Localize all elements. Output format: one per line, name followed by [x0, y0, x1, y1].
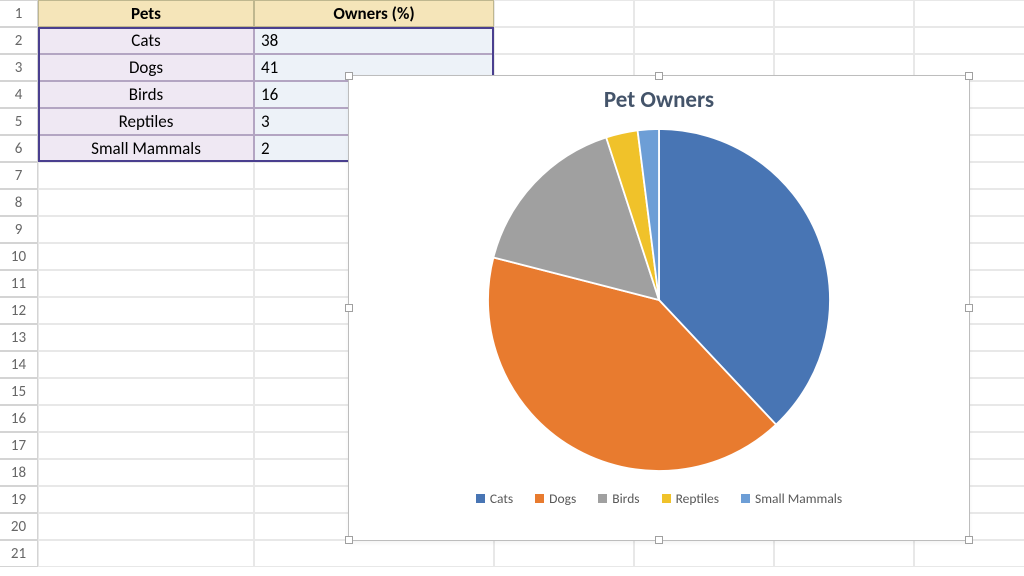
cell[interactable]: [38, 486, 254, 513]
table-row-label[interactable]: Small Mammals: [38, 135, 254, 162]
cell[interactable]: [38, 243, 254, 270]
cell[interactable]: [38, 540, 254, 567]
row-header[interactable]: 1: [0, 0, 38, 27]
legend-swatch: [476, 494, 485, 503]
legend-swatch: [535, 494, 544, 503]
legend-label: Reptiles: [676, 490, 719, 507]
row-header[interactable]: 17: [0, 432, 38, 459]
cell[interactable]: [38, 378, 254, 405]
cell[interactable]: [38, 270, 254, 297]
row-header[interactable]: 19: [0, 486, 38, 513]
cell[interactable]: [38, 432, 254, 459]
row-header[interactable]: 10: [0, 243, 38, 270]
cell[interactable]: [494, 540, 634, 567]
table-row-label[interactable]: Reptiles: [38, 108, 254, 135]
resize-handle[interactable]: [655, 72, 663, 80]
chart-legend[interactable]: Cats Dogs Birds Reptiles Small Mammals: [349, 490, 969, 507]
cell[interactable]: [38, 189, 254, 216]
column-header-pets[interactable]: Pets: [38, 0, 254, 27]
row-header[interactable]: 11: [0, 270, 38, 297]
legend-item[interactable]: Small Mammals: [741, 490, 842, 507]
row-header[interactable]: 3: [0, 54, 38, 81]
row-header[interactable]: 21: [0, 540, 38, 567]
legend-item[interactable]: Reptiles: [662, 490, 719, 507]
cell[interactable]: [38, 297, 254, 324]
chart-object[interactable]: Pet Owners Cats Dogs Birds Reptiles Small Ma…: [348, 75, 970, 541]
row-header[interactable]: 7: [0, 162, 38, 189]
cell[interactable]: [38, 324, 254, 351]
legend-swatch: [662, 494, 671, 503]
legend-label: Dogs: [549, 490, 576, 507]
legend-item[interactable]: Dogs: [535, 490, 576, 507]
resize-handle[interactable]: [655, 536, 663, 544]
cell[interactable]: [774, 27, 914, 54]
row-header[interactable]: 18: [0, 459, 38, 486]
cell[interactable]: [38, 459, 254, 486]
row-header[interactable]: 13: [0, 324, 38, 351]
cell[interactable]: [494, 27, 634, 54]
cell[interactable]: [494, 0, 634, 27]
cell[interactable]: [254, 540, 494, 567]
table-row-value[interactable]: 38: [254, 27, 494, 54]
pie-plot[interactable]: [349, 120, 969, 480]
table-row-label[interactable]: Birds: [38, 81, 254, 108]
table-row-label[interactable]: Cats: [38, 27, 254, 54]
legend-swatch: [741, 494, 750, 503]
legend-swatch: [598, 494, 607, 503]
column-header-owners[interactable]: Owners (%): [254, 0, 494, 27]
chart-title[interactable]: Pet Owners: [349, 86, 969, 114]
legend-item[interactable]: Cats: [476, 490, 513, 507]
resize-handle[interactable]: [345, 304, 353, 312]
cell[interactable]: [634, 0, 774, 27]
row-header[interactable]: 8: [0, 189, 38, 216]
cell[interactable]: [38, 351, 254, 378]
cell[interactable]: [914, 27, 1024, 54]
cell[interactable]: [634, 27, 774, 54]
resize-handle[interactable]: [965, 304, 973, 312]
cell[interactable]: [38, 513, 254, 540]
row-header[interactable]: 6: [0, 135, 38, 162]
resize-handle[interactable]: [965, 536, 973, 544]
table-row-label[interactable]: Dogs: [38, 54, 254, 81]
resize-handle[interactable]: [345, 72, 353, 80]
row-header[interactable]: 9: [0, 216, 38, 243]
cell[interactable]: [38, 405, 254, 432]
cell[interactable]: [774, 540, 914, 567]
cell[interactable]: [38, 162, 254, 189]
row-header[interactable]: 5: [0, 108, 38, 135]
legend-label: Small Mammals: [755, 490, 842, 507]
cell[interactable]: [634, 540, 774, 567]
row-header[interactable]: 20: [0, 513, 38, 540]
legend-label: Cats: [490, 490, 513, 507]
legend-label: Birds: [612, 490, 639, 507]
row-header[interactable]: 2: [0, 27, 38, 54]
row-header[interactable]: 16: [0, 405, 38, 432]
resize-handle[interactable]: [965, 72, 973, 80]
row-header[interactable]: 4: [0, 81, 38, 108]
row-header[interactable]: 14: [0, 351, 38, 378]
cell[interactable]: [914, 0, 1024, 27]
cell[interactable]: [774, 0, 914, 27]
legend-item[interactable]: Birds: [598, 490, 639, 507]
resize-handle[interactable]: [345, 536, 353, 544]
cell[interactable]: [38, 216, 254, 243]
row-header[interactable]: 12: [0, 297, 38, 324]
row-header[interactable]: 15: [0, 378, 38, 405]
cell[interactable]: [914, 540, 1024, 567]
